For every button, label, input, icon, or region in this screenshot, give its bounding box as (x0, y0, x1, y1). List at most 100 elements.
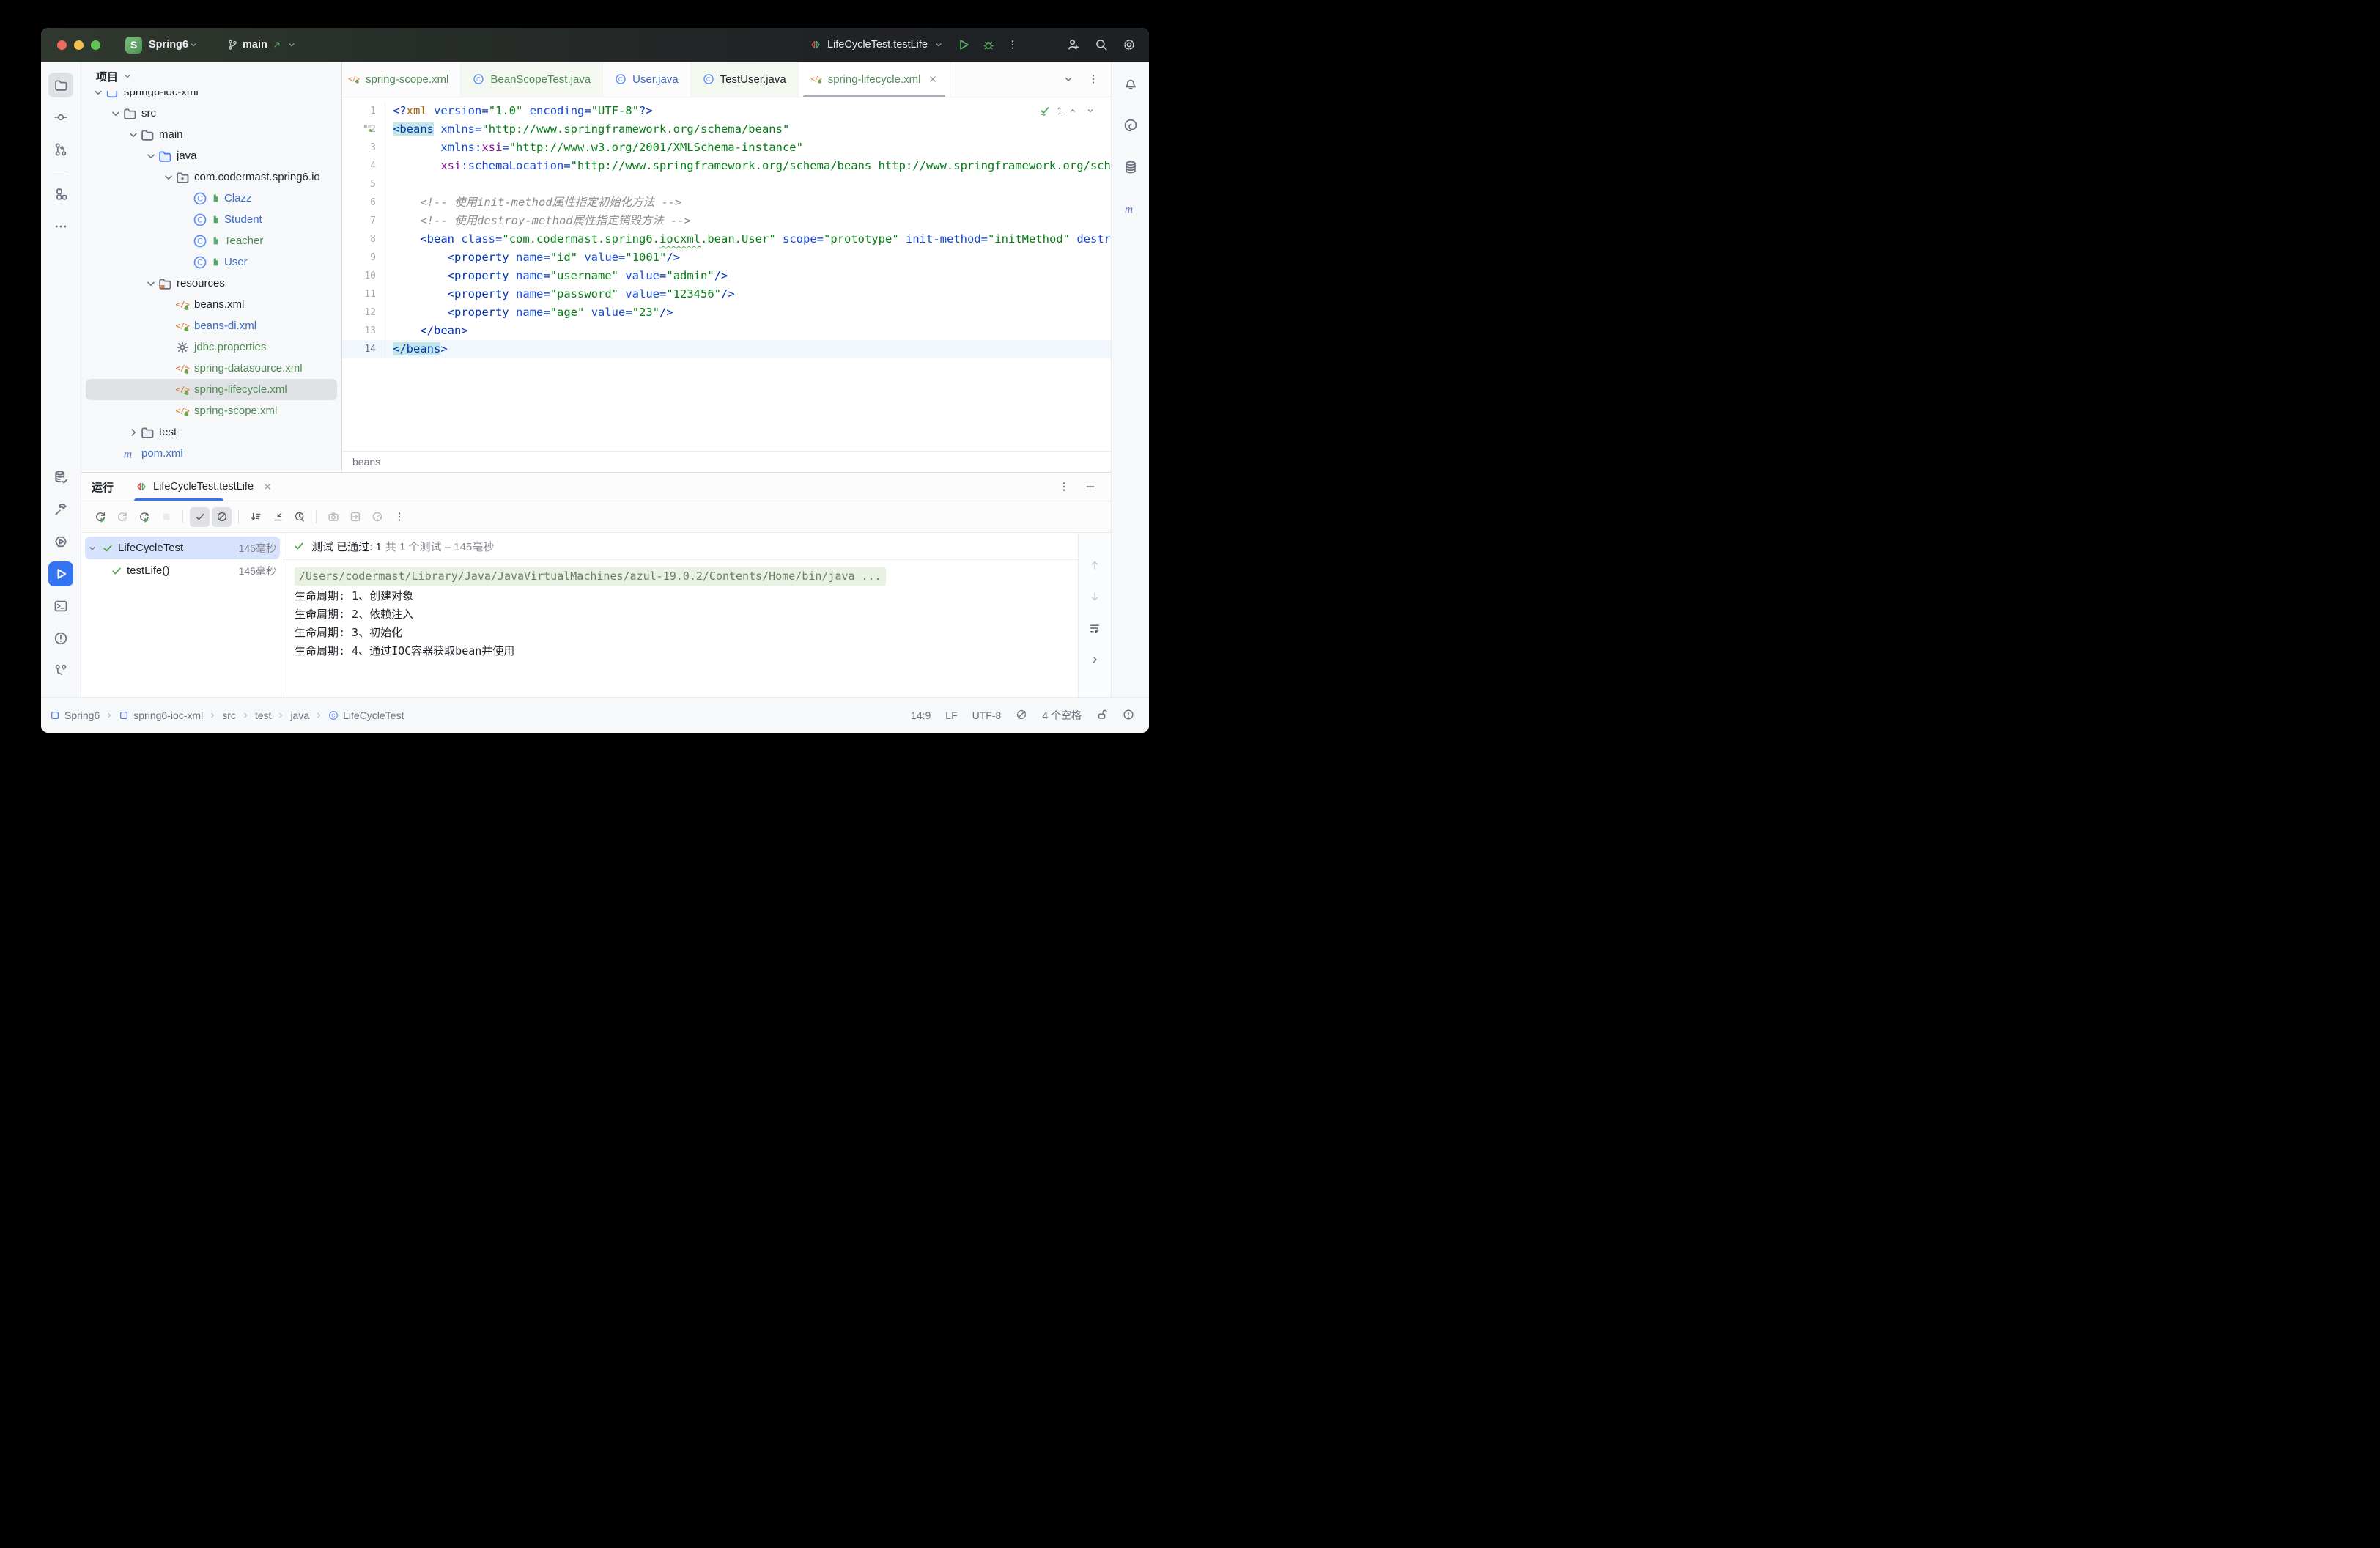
chevron-down-icon[interactable] (162, 171, 175, 184)
editor-tab-testuser-java[interactable]: CTestUser.java (691, 62, 799, 97)
stop-button[interactable] (156, 507, 176, 527)
code-line-1[interactable]: 1<?xml version="1.0" encoding="UTF-8"?> (342, 102, 1111, 120)
tree-item-resources[interactable]: resources (81, 273, 341, 294)
code-line-14[interactable]: 14</beans> (342, 340, 1111, 358)
code-line-9[interactable]: 9 <property name="id" value="1001"/> (342, 248, 1111, 267)
tree-item-com-codermast-spring6-io[interactable]: com.codermast.spring6.io (81, 166, 341, 188)
settings-button[interactable] (1123, 38, 1136, 51)
tree-item-spring-lifecycle-xml[interactable]: </>spring-lifecycle.xml (86, 379, 337, 400)
activity-button-terminal[interactable] (48, 594, 73, 619)
chevron-down-icon[interactable] (87, 543, 97, 553)
activity-button-ai-assistant[interactable] (1123, 118, 1138, 136)
project-panel-header[interactable]: 项目 (81, 62, 341, 91)
code-line-2[interactable]: 2<beans xmlns="http://www.springframewor… (342, 120, 1111, 139)
tree-item-pom-xml[interactable]: mpom.xml (81, 443, 341, 464)
tree-item-teacher[interactable]: CTeacher (81, 230, 341, 251)
activity-button-project[interactable] (48, 73, 73, 97)
import-test-results-button[interactable] (345, 507, 365, 527)
code-line-5[interactable]: 5 (342, 175, 1111, 194)
activity-button-services[interactable] (48, 465, 73, 490)
tree-item-clazz[interactable]: CClazz (81, 188, 341, 209)
tree-item-src[interactable]: src (81, 103, 341, 124)
screenshot-button[interactable] (323, 507, 343, 527)
code-line-3[interactable]: 3 xmlns:xsi="http://www.w3.org/2001/XMLS… (342, 139, 1111, 157)
activity-button-notifications[interactable] (1123, 76, 1138, 95)
editor-tab-spring-scope-xml[interactable]: </>spring-scope.xml (342, 62, 461, 97)
activity-button-profiler[interactable] (48, 529, 73, 554)
activity-button-structure[interactable] (48, 182, 73, 207)
run-button[interactable] (957, 38, 970, 51)
editor-breadcrumbs[interactable]: beans (342, 451, 1111, 472)
activity-button-problems[interactable] (48, 626, 73, 651)
breadcrumb-spring6-ioc-xml[interactable]: spring6-ioc-xml (119, 710, 203, 721)
activity-button-commit[interactable] (48, 105, 73, 130)
chevron-down-icon[interactable] (144, 150, 158, 163)
status-inspections-widget[interactable] (1123, 709, 1134, 723)
status-highlight-level[interactable] (1016, 709, 1027, 723)
show-ignored-button[interactable] (212, 507, 232, 527)
status-file-writable[interactable] (1096, 709, 1108, 723)
status-caret-position[interactable]: 14:9 (911, 710, 931, 721)
more-actions-button[interactable] (1007, 39, 1019, 51)
project-chevron-icon[interactable] (188, 40, 199, 50)
navigate-collapse-button[interactable] (267, 507, 287, 527)
editor-tab-beanscopetest-java[interactable]: CBeanScopeTest.java (461, 62, 603, 97)
tree-item-student[interactable]: CStudent (81, 209, 341, 230)
status-encoding[interactable]: UTF-8 (972, 710, 1002, 721)
toggle-auto-test-button[interactable] (134, 507, 154, 527)
search-everywhere-button[interactable] (1095, 38, 1108, 51)
status-indent[interactable]: 4 个空格 (1042, 708, 1082, 723)
tree-item-java[interactable]: java (81, 145, 341, 166)
code-line-10[interactable]: 10 <property name="username" value="admi… (342, 267, 1111, 285)
scroll-to-end-button[interactable] (1089, 654, 1101, 669)
activity-button-maven[interactable]: m (1123, 202, 1138, 220)
activity-button-run[interactable] (48, 561, 73, 586)
code-line-8[interactable]: 8 <bean class="com.codermast.spring6.ioc… (342, 230, 1111, 248)
rerun-failed-tests-button[interactable] (112, 507, 132, 527)
tree-item-spring-scope-xml[interactable]: </>spring-scope.xml (81, 400, 341, 421)
run-panel-options-icon[interactable] (1058, 481, 1070, 493)
activity-button-database[interactable] (1123, 160, 1138, 178)
code-line-4[interactable]: 4 xsi:schemaLocation="http://www.springf… (342, 157, 1111, 175)
test-node-testlife-[interactable]: testLife()145毫秒 (81, 559, 284, 582)
zoom-window-button[interactable] (91, 40, 100, 50)
hide-panel-icon[interactable] (1084, 481, 1096, 493)
code-line-13[interactable]: 13 </bean> (342, 322, 1111, 340)
editor-tab-spring-lifecycle-xml[interactable]: </>spring-lifecycle.xml (799, 62, 951, 97)
more-options-button[interactable] (389, 507, 409, 527)
close-run-tab-icon[interactable] (262, 482, 273, 492)
tree-item-beans-xml[interactable]: </>beans.xml (81, 294, 341, 315)
chevron-down-icon[interactable] (109, 107, 122, 120)
next-problem-icon[interactable] (1086, 106, 1095, 115)
breadcrumb-src[interactable]: src (222, 710, 236, 721)
chevron-down-icon[interactable] (92, 91, 105, 99)
close-window-button[interactable] (57, 40, 67, 50)
test-node-lifecycletest[interactable]: LifeCycleTest145毫秒 (85, 537, 280, 559)
tree-item-spring-datasource-xml[interactable]: </>spring-datasource.xml (81, 358, 341, 379)
status-line-ending[interactable]: LF (945, 710, 957, 721)
coverage-button[interactable] (367, 507, 387, 527)
scroll-up-button[interactable] (1089, 559, 1101, 575)
project-widget[interactable]: Spring6 (149, 39, 188, 51)
tree-item-test[interactable]: test (81, 421, 341, 443)
soft-wrap-button[interactable] (1089, 622, 1101, 638)
breadcrumb-spring6[interactable]: Spring6 (50, 710, 100, 721)
minimize-window-button[interactable] (74, 40, 84, 50)
project-view-chevron-icon[interactable] (122, 71, 133, 81)
tree-item-jdbc-properties[interactable]: jdbc.properties (81, 336, 341, 358)
activity-button-more[interactable] (48, 214, 73, 239)
sort-by-duration-button[interactable] (245, 507, 265, 527)
show-passed-button[interactable] (190, 507, 210, 527)
inspection-widget[interactable]: 1 (1036, 103, 1098, 118)
breadcrumb-lifecycletest[interactable]: CLifeCycleTest (328, 710, 404, 721)
rerun-button[interactable] (90, 507, 110, 527)
activity-button-build[interactable] (48, 497, 73, 522)
code-line-6[interactable]: 6 <!-- 使用init-method属性指定初始化方法 --> (342, 194, 1111, 212)
code-editor[interactable]: 1<?xml version="1.0" encoding="UTF-8"?>2… (342, 97, 1111, 451)
tree-item-spring6-ioc-xml[interactable]: spring6-ioc-xml (81, 91, 341, 103)
tree-item-user[interactable]: CUser (81, 251, 341, 273)
chevron-down-icon[interactable] (144, 277, 158, 290)
code-with-me-button[interactable] (1067, 38, 1080, 51)
code-line-11[interactable]: 11 <property name="password" value="1234… (342, 285, 1111, 303)
code-line-7[interactable]: 7 <!-- 使用destroy-method属性指定销毁方法 --> (342, 212, 1111, 230)
